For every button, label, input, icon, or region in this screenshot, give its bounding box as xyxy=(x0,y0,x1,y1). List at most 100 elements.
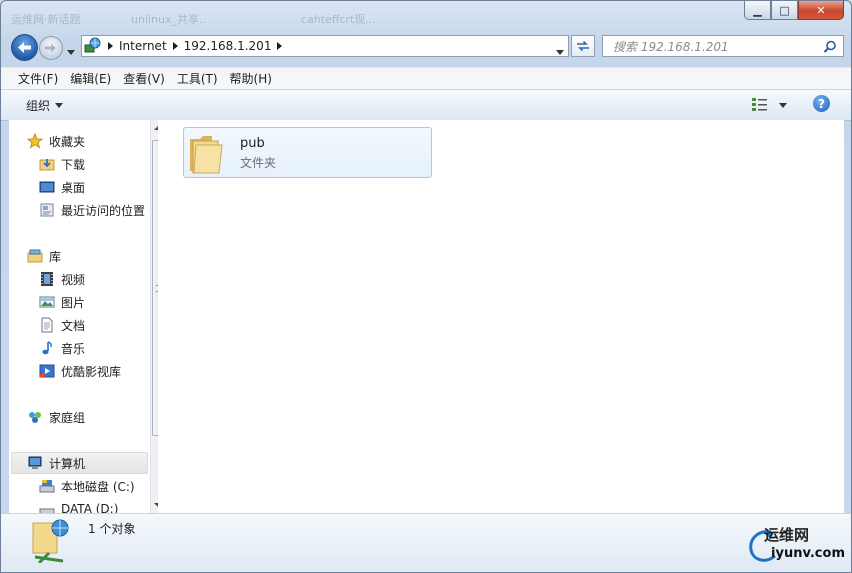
watermark-url: iyunv.com xyxy=(771,546,845,561)
network-location-icon xyxy=(84,37,101,53)
recent-places-icon xyxy=(40,203,54,217)
search-input[interactable]: 搜索 192.168.1.201 xyxy=(602,35,844,57)
computer-icon xyxy=(28,456,42,469)
ghost-tab-3: cahteffcrt现... xyxy=(301,13,376,26)
refresh-arrows-icon xyxy=(577,40,589,52)
help-button[interactable]: ? xyxy=(813,95,830,112)
command-bar: 组织 ? xyxy=(1,89,851,121)
watermark-cn: 运维网 xyxy=(764,526,810,544)
file-list: pub 文件夹 xyxy=(169,120,844,513)
details-pane: 1 个对象 运维网 iyunv.com xyxy=(1,513,851,572)
minimize-button[interactable]: ▁ xyxy=(744,1,771,20)
nav-data-disk-d[interactable]: DATA (D:) xyxy=(39,499,118,513)
nav-scrollbar[interactable] xyxy=(150,120,158,513)
breadcrumb: Internet 192.168.1.201 xyxy=(108,39,283,53)
nav-label: 收藏夹 xyxy=(49,134,86,149)
breadcrumb-separator-icon[interactable] xyxy=(277,42,283,50)
scroll-down-icon[interactable] xyxy=(154,503,158,507)
pictures-icon xyxy=(39,296,55,308)
nav-downloads[interactable]: 下载 xyxy=(39,154,85,174)
folder-name: pub xyxy=(240,136,265,151)
nav-recent-places[interactable]: 最近访问的位置 xyxy=(39,200,145,220)
search-placeholder: 搜索 192.168.1.201 xyxy=(613,39,729,54)
chevron-down-icon xyxy=(55,103,64,108)
content-area: 收藏夹 下载 桌面 最近访问的位置 库 视频 图片 文档 音乐 优酷影视库 家庭… xyxy=(9,120,844,513)
view-details-icon xyxy=(752,98,767,111)
nav-videos[interactable]: 视频 xyxy=(39,269,85,289)
nav-label: 文档 xyxy=(61,318,86,333)
star-icon xyxy=(27,133,43,149)
nav-local-disk-c[interactable]: 本地磁盘 (C:) xyxy=(39,476,135,496)
nav-label: 计算机 xyxy=(49,456,86,471)
breadcrumb-separator-icon[interactable] xyxy=(108,42,113,50)
menu-bar: 文件(F) 编辑(E) 查看(V) 工具(T) 帮助(H) xyxy=(1,67,851,89)
nav-label: 家庭组 xyxy=(49,410,86,425)
change-view-button[interactable] xyxy=(751,97,787,113)
address-bar[interactable]: Internet 192.168.1.201 xyxy=(81,35,569,57)
folder-item[interactable]: pub 文件夹 xyxy=(183,127,432,178)
nav-documents[interactable]: 文档 xyxy=(39,315,85,335)
menu-help[interactable]: 帮助(H) xyxy=(230,70,272,87)
music-note-icon xyxy=(42,341,52,355)
nav-label: 优酷影视库 xyxy=(61,364,122,379)
grip-icon xyxy=(156,285,158,292)
watermark-logo: 运维网 iyunv.com xyxy=(745,524,845,568)
item-count: 1 个对象 xyxy=(88,522,136,536)
breadcrumb-internet[interactable]: Internet xyxy=(119,39,167,53)
libraries-icon xyxy=(27,249,43,263)
document-icon xyxy=(41,317,53,333)
back-button[interactable] xyxy=(11,34,38,61)
ghost-tab-1: 运维网·新话题 xyxy=(11,13,81,26)
nav-music[interactable]: 音乐 xyxy=(39,338,85,358)
menu-edit[interactable]: 编辑(E) xyxy=(70,70,111,87)
close-button[interactable]: ✕ xyxy=(798,1,844,20)
scroll-thumb[interactable] xyxy=(152,140,158,436)
nav-label: 图片 xyxy=(61,295,86,310)
desktop-icon xyxy=(39,181,55,193)
address-history-dropdown[interactable] xyxy=(556,44,564,58)
back-arrow-icon xyxy=(18,42,31,53)
network-share-icon xyxy=(32,519,69,563)
ghost-tab-2: unlinux_共享.. xyxy=(131,13,207,26)
forward-arrow-icon xyxy=(45,43,56,53)
menu-tools[interactable]: 工具(T) xyxy=(177,70,218,87)
folder-type: 文件夹 xyxy=(240,156,277,170)
nav-label: 最近访问的位置 xyxy=(61,203,146,218)
organize-button[interactable]: 组织 xyxy=(26,97,64,114)
chevron-down-icon xyxy=(779,102,787,108)
nav-homegroup[interactable]: 家庭组 xyxy=(27,407,85,427)
nav-computer[interactable]: 计算机 xyxy=(27,453,85,473)
drive-icon xyxy=(39,508,55,513)
nav-label: 视频 xyxy=(61,272,86,287)
explorer-window: 运维网·新话题 unlinux_共享.. cahteffcrt现... ▁ □ … xyxy=(0,0,852,573)
recent-pages-dropdown[interactable] xyxy=(67,44,75,58)
breadcrumb-separator-icon[interactable] xyxy=(172,42,178,50)
nav-label: 音乐 xyxy=(61,341,86,356)
nav-youku-library[interactable]: 优酷影视库 xyxy=(39,361,121,381)
nav-desktop[interactable]: 桌面 xyxy=(39,177,85,197)
folder-icon xyxy=(190,136,223,174)
breadcrumb-host[interactable]: 192.168.1.201 xyxy=(184,39,272,53)
menu-view[interactable]: 查看(V) xyxy=(123,70,165,87)
maximize-button[interactable]: □ xyxy=(771,1,798,20)
downloads-folder-icon xyxy=(39,159,55,171)
nav-label: 库 xyxy=(49,249,62,264)
nav-pictures[interactable]: 图片 xyxy=(39,292,85,312)
forward-button[interactable] xyxy=(39,36,63,60)
title-bar: 运维网·新话题 unlinux_共享.. cahteffcrt现... ▁ □ … xyxy=(1,1,851,31)
youku-library-icon xyxy=(39,364,55,378)
search-icon[interactable] xyxy=(823,40,837,54)
menu-file[interactable]: 文件(F) xyxy=(18,70,58,87)
organize-label: 组织 xyxy=(26,99,51,113)
nav-favorites[interactable]: 收藏夹 xyxy=(27,131,85,151)
nav-label: 桌面 xyxy=(61,180,86,195)
nav-label: 本地磁盘 (C:) xyxy=(61,479,135,494)
navigation-pane: 收藏夹 下载 桌面 最近访问的位置 库 视频 图片 文档 音乐 优酷影视库 家庭… xyxy=(9,120,158,513)
refresh-button[interactable] xyxy=(571,35,595,57)
nav-label: DATA (D:) xyxy=(61,502,119,513)
video-film-icon xyxy=(41,272,53,286)
nav-label: 下载 xyxy=(61,157,86,172)
scroll-up-icon[interactable] xyxy=(154,126,158,130)
nav-libraries[interactable]: 库 xyxy=(27,246,61,266)
local-disk-icon xyxy=(39,480,55,493)
